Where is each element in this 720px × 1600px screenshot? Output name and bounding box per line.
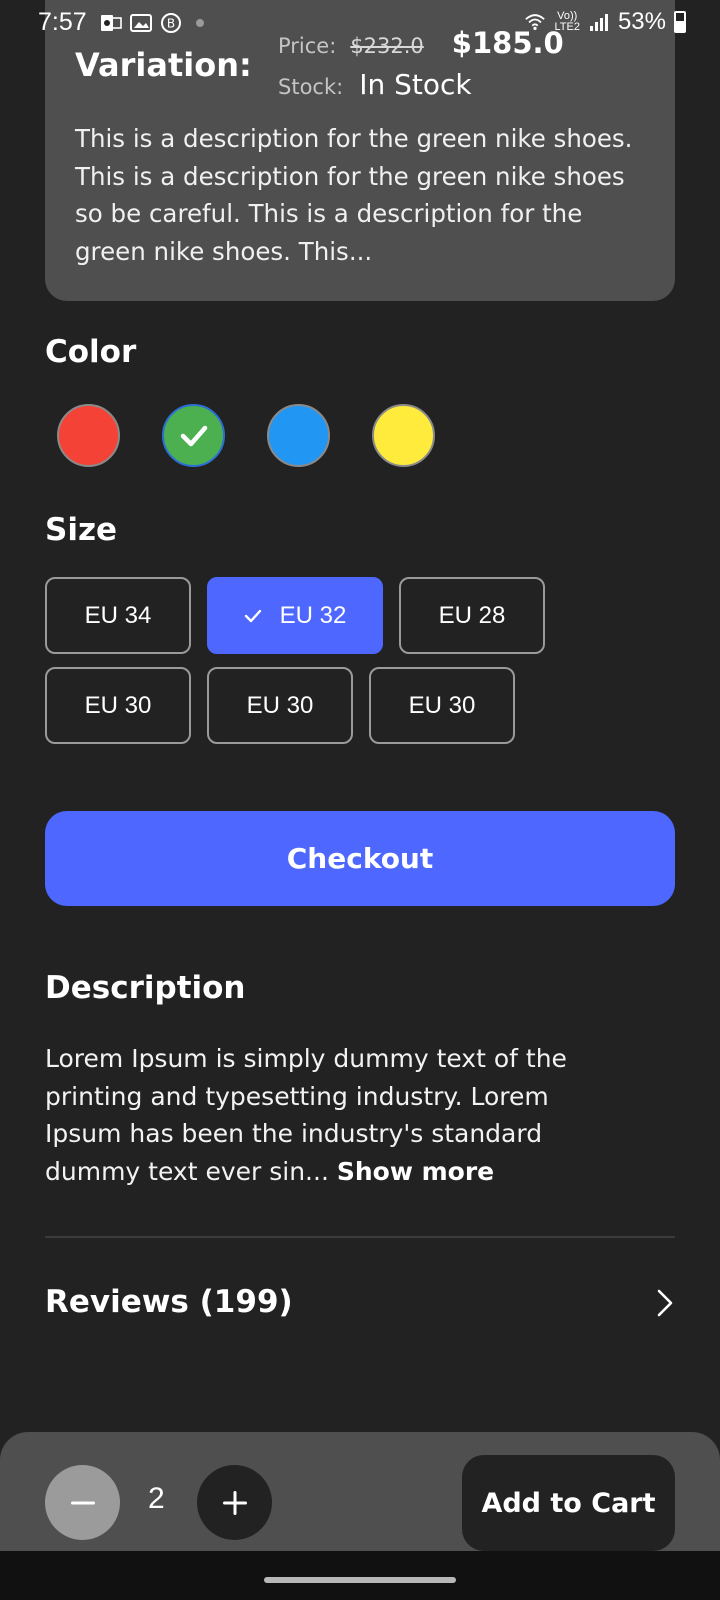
size-chip[interactable]: EU 34 (45, 577, 191, 654)
variation-title: Variation: (75, 46, 252, 84)
size-chip-label: EU 30 (246, 691, 314, 719)
divider (45, 1236, 675, 1238)
status-system-icons: Vo)) LTE2 53% (524, 8, 686, 36)
battery-percent: 53% (617, 8, 666, 35)
lte-indicator: Vo)) LTE2 (554, 11, 579, 33)
battery-icon (674, 11, 686, 33)
stock-label: Stock: (278, 75, 344, 99)
quantity-decrease-button[interactable] (45, 1465, 120, 1540)
size-chip[interactable]: EU 30 (369, 667, 515, 744)
size-chip-label: EU 30 (408, 691, 476, 719)
outlook-icon (100, 12, 122, 34)
size-chip[interactable]: EU 30 (45, 667, 191, 744)
b-circle-icon: B (160, 12, 182, 34)
color-swatch-green[interactable] (162, 404, 225, 467)
svg-text:B: B (167, 17, 175, 31)
check-icon (244, 608, 262, 624)
status-time: 7:57 (38, 8, 87, 36)
size-chip-label: EU 28 (438, 601, 506, 629)
description-title: Description (45, 970, 246, 1006)
size-chip-label: EU 30 (84, 691, 152, 719)
reviews-row[interactable]: Reviews (199) (45, 1280, 675, 1330)
chevron-right-icon (655, 1288, 675, 1322)
description-text: Lorem Ipsum is simply dummy text of the … (45, 1040, 625, 1190)
stock-status: In Stock (359, 68, 472, 101)
variation-description: This is a description for the green nike… (75, 124, 633, 266)
quantity-value: 2 (148, 1482, 165, 1515)
plus-icon (222, 1490, 247, 1515)
size-chip-label: EU 32 (279, 601, 347, 629)
status-bar: 7:57 B Vo)) LTE2 53% (0, 0, 720, 48)
lte-label: LTE2 (554, 21, 580, 33)
add-to-cart-button[interactable]: Add to Cart (462, 1455, 675, 1551)
size-section-title: Size (45, 512, 118, 548)
color-swatches (57, 404, 435, 467)
status-notification-icons: B (100, 12, 204, 34)
notification-dot-icon (196, 19, 204, 27)
gallery-icon (130, 12, 152, 34)
home-indicator[interactable] (264, 1577, 456, 1583)
color-swatch-blue[interactable] (267, 404, 330, 467)
stock-row: Stock: In Stock (278, 68, 472, 101)
size-chip[interactable]: EU 30 (207, 667, 353, 744)
wifi-icon (524, 11, 546, 33)
minus-icon (70, 1501, 95, 1504)
size-chip-label: EU 34 (84, 601, 152, 629)
signal-icon (588, 11, 610, 33)
color-swatch-yellow[interactable] (372, 404, 435, 467)
quantity-increase-button[interactable] (197, 1465, 272, 1540)
show-more-link[interactable]: Show more (337, 1157, 494, 1186)
color-section-title: Color (45, 334, 137, 370)
checkout-button[interactable]: Checkout (45, 811, 675, 906)
size-chip[interactable]: EU 28 (399, 577, 545, 654)
color-swatch-red[interactable] (57, 404, 120, 467)
navigation-bar (0, 1551, 720, 1600)
reviews-title: Reviews (199) (45, 1284, 293, 1320)
check-icon (180, 425, 207, 446)
size-chip-selected[interactable]: EU 32 (207, 577, 383, 654)
